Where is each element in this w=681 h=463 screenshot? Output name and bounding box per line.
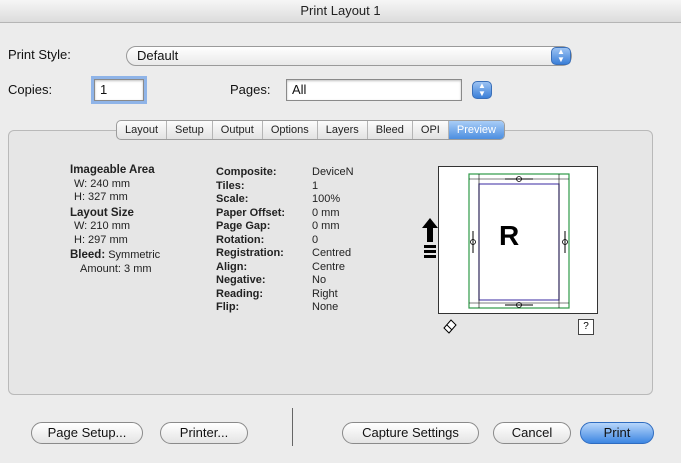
- layout-height: H: 297 mm: [74, 233, 128, 246]
- settings-row: Registration: Centred: [216, 247, 352, 259]
- print-style-label: Print Style:: [8, 47, 71, 62]
- button-divider: [292, 408, 293, 446]
- feed-direction-icon: [422, 218, 438, 258]
- imageable-area-title: Imageable Area: [70, 164, 155, 176]
- settings-row: Negative: No: [216, 274, 327, 286]
- settings-row: Tiles: 1: [216, 179, 319, 192]
- tab-options[interactable]: Options: [263, 121, 318, 139]
- size-info: Imageable Area W: 240 mm H: 327 mm Layou…: [70, 164, 160, 276]
- imageable-width: W: 240 mm: [74, 177, 131, 190]
- tilt-page-icon[interactable]: [441, 317, 459, 335]
- print-style-value: Default: [137, 48, 179, 63]
- tab-layers[interactable]: Layers: [318, 121, 368, 139]
- print-style-popup[interactable]: Default: [126, 46, 572, 66]
- settings-row: Page Gap: 0 mm: [216, 220, 340, 232]
- settings-row: Paper Offset: 0 mm: [216, 206, 340, 219]
- settings-row: Rotation: 0: [216, 233, 319, 246]
- tab-bleed[interactable]: Bleed: [368, 121, 413, 139]
- print-button[interactable]: Print: [580, 422, 654, 444]
- cancel-button[interactable]: Cancel: [493, 422, 571, 444]
- imageable-height: H: 327 mm: [74, 191, 128, 203]
- settings-row: Reading: Right: [216, 287, 338, 300]
- tab-opi[interactable]: OPI: [413, 121, 449, 139]
- layout-size-title: Layout Size: [70, 206, 134, 219]
- page-setup-button[interactable]: Page Setup...: [31, 422, 143, 444]
- settings-row: Align: Centre: [216, 260, 346, 273]
- bleed-label: Bleed:: [70, 249, 106, 261]
- copies-field[interactable]: 1: [94, 79, 144, 101]
- settings-row: Composite: DeviceN: [216, 166, 354, 178]
- tab-setup[interactable]: Setup: [167, 121, 213, 139]
- page-preview: R: [438, 166, 598, 314]
- tab-layout[interactable]: Layout: [117, 121, 168, 139]
- settings-row: Flip: None: [216, 301, 339, 313]
- print-style-arrows-icon[interactable]: ▲ ▼: [551, 47, 571, 65]
- pages-label: Pages:: [230, 82, 271, 97]
- window-title: Print Layout 1: [0, 0, 681, 23]
- tab-preview[interactable]: Preview: [448, 121, 504, 139]
- layout-width: W: 210 mm: [74, 220, 131, 232]
- pages-field[interactable]: All: [286, 79, 462, 101]
- bleed-value: Symmetric: [108, 249, 161, 261]
- settings-list: Composite: DeviceN Tiles: 1 Scale: 100% Pap…: [216, 166, 354, 315]
- preview-page-letter: R: [499, 220, 520, 251]
- tab-bar: Layout Setup Output Options Layers Bleed…: [116, 120, 505, 140]
- printer-button[interactable]: Printer...: [160, 422, 248, 444]
- capture-settings-button[interactable]: Capture Settings: [342, 422, 479, 444]
- bleed-amount: Amount: 3 mm: [80, 262, 152, 275]
- copies-label: Copies:: [8, 82, 53, 97]
- tab-output[interactable]: Output: [213, 121, 263, 139]
- settings-row: Scale: 100%: [216, 193, 341, 205]
- print-dialog: Print Layout 1 Print Style: Default ▲ ▼ C…: [0, 0, 681, 463]
- help-button[interactable]: ?: [578, 319, 594, 335]
- pages-arrows-icon[interactable]: ▲ ▼: [472, 81, 492, 99]
